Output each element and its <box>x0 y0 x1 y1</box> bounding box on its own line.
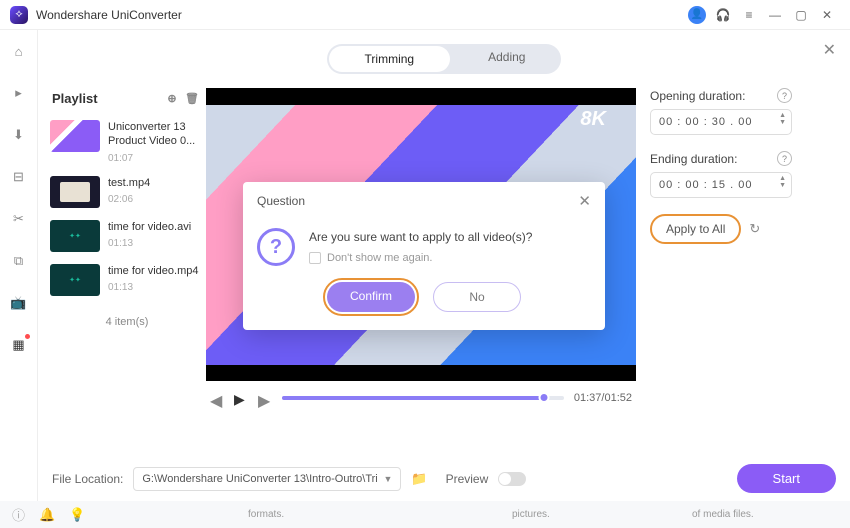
mode-tabs: Trimming Adding <box>327 44 562 74</box>
path-input[interactable]: G:\Wondershare UniConverter 13\Intro-Out… <box>133 467 401 491</box>
headset-icon[interactable]: 🎧 <box>710 2 736 28</box>
preview-toggle[interactable] <box>498 472 526 486</box>
info-icon[interactable]: ⓘ <box>12 505 25 524</box>
opening-input[interactable]: 00 : 00 : 30 . 00▲▼ <box>650 109 792 135</box>
dialog-title: Question <box>257 194 305 208</box>
item-name: Uniconverter 13 Product Video 0... <box>108 120 204 149</box>
dialog-close-icon[interactable]: ✕ <box>578 192 591 210</box>
sidebar: ⌂ ▸ ⬇ ⊟ ✂ ⧉ 📺 ▦ <box>0 30 38 508</box>
tab-adding[interactable]: Adding <box>452 44 561 74</box>
folder-icon[interactable]: 📁 <box>411 471 427 487</box>
resolution-badge: 8K <box>580 108 606 131</box>
minimize-icon[interactable]: — <box>762 2 788 28</box>
list-item[interactable]: Uniconverter 13 Product Video 0... 01:07 <box>48 114 206 170</box>
close-window-icon[interactable]: ✕ <box>814 2 840 28</box>
chevron-down-icon[interactable]: ▼ <box>383 474 392 484</box>
footer-bar: File Location: G:\Wondershare UniConvert… <box>38 456 850 501</box>
menu-icon[interactable]: ≡ <box>736 2 762 28</box>
confirm-dialog: Question ✕ ? Are you sure want to apply t… <box>243 182 605 330</box>
settings-panel: Opening duration:? 00 : 00 : 30 . 00▲▼ E… <box>636 88 806 415</box>
maximize-icon[interactable]: ▢ <box>788 2 814 28</box>
list-item[interactable]: test.mp4 02:06 <box>48 170 206 214</box>
item-name: time for video.avi <box>108 220 204 234</box>
refresh-icon[interactable]: ↻ <box>749 221 760 237</box>
status-text: formats. <box>248 509 284 520</box>
item-name: test.mp4 <box>108 176 204 190</box>
user-icon[interactable]: 👤 <box>684 2 710 28</box>
prev-icon[interactable]: ◀ <box>210 391 224 405</box>
apply-to-all-button[interactable]: Apply to All <box>650 214 741 244</box>
next-icon[interactable]: ▶ <box>258 391 272 405</box>
list-item[interactable]: ✦✦ time for video.avi 01:13 <box>48 214 206 258</box>
ending-input[interactable]: 00 : 00 : 15 . 00▲▼ <box>650 172 792 198</box>
question-icon: ? <box>257 228 295 266</box>
item-duration: 01:13 <box>108 238 204 249</box>
preview-label: Preview <box>446 472 489 486</box>
toolbox-icon[interactable]: ▦ <box>8 334 30 356</box>
item-duration: 01:07 <box>108 153 204 164</box>
no-button[interactable]: No <box>433 282 521 312</box>
compress-icon[interactable]: ⊟ <box>8 166 30 188</box>
playlist-title: Playlist <box>52 91 98 106</box>
bell-icon[interactable]: 🔔 <box>39 507 55 523</box>
ending-label: Ending duration: <box>650 152 737 166</box>
time-display: 01:37/01:52 <box>574 392 632 404</box>
confirm-button[interactable]: Confirm <box>327 282 415 312</box>
tab-trimming[interactable]: Trimming <box>329 46 451 72</box>
dont-show-checkbox[interactable] <box>309 252 321 264</box>
item-name: time for video.mp4 <box>108 264 204 278</box>
video-icon[interactable]: ▸ <box>8 82 30 104</box>
dont-show-label: Don't show me again. <box>327 252 432 264</box>
thumbnail: ✦✦ <box>50 220 100 252</box>
cut-icon[interactable]: ✂ <box>8 208 30 230</box>
thumbnail <box>50 120 100 152</box>
item-count: 4 item(s) <box>48 308 206 336</box>
download-icon[interactable]: ⬇ <box>8 124 30 146</box>
play-icon[interactable]: ▶ <box>234 391 248 405</box>
titlebar: ⟡ Wondershare UniConverter 👤 🎧 ≡ — ▢ ✕ <box>0 0 850 30</box>
delete-icon[interactable]: 🗑 <box>182 88 202 108</box>
status-text: pictures. <box>512 509 550 520</box>
dialog-message: Are you sure want to apply to all video(… <box>309 230 532 244</box>
app-logo: ⟡ <box>10 6 28 24</box>
thumbnail: ✦✦ <box>50 264 100 296</box>
merge-icon[interactable]: ⧉ <box>8 250 30 272</box>
item-duration: 02:06 <box>108 194 204 205</box>
playlist-panel: Playlist ⊕ 🗑 Uniconverter 13 Product Vid… <box>48 88 206 415</box>
screen-icon[interactable]: 📺 <box>8 292 30 314</box>
opening-label: Opening duration: <box>650 89 745 103</box>
spinner-icon[interactable]: ▲▼ <box>779 112 787 126</box>
progress-bar[interactable] <box>282 396 564 400</box>
app-title: Wondershare UniConverter <box>36 8 182 22</box>
home-icon[interactable]: ⌂ <box>8 40 30 62</box>
status-bar: ⓘ 🔔 💡 formats. pictures. of media files. <box>0 501 850 528</box>
start-button[interactable]: Start <box>737 464 836 493</box>
help-icon[interactable]: ? <box>777 151 792 166</box>
spinner-icon[interactable]: ▲▼ <box>779 175 787 189</box>
tips-icon[interactable]: 💡 <box>69 507 85 523</box>
thumbnail <box>50 176 100 208</box>
list-item[interactable]: ✦✦ time for video.mp4 01:13 <box>48 258 206 302</box>
help-icon[interactable]: ? <box>777 88 792 103</box>
add-icon[interactable]: ⊕ <box>162 88 182 108</box>
close-panel-icon[interactable]: ✕ <box>823 40 836 60</box>
status-text: of media files. <box>692 509 754 520</box>
item-duration: 01:13 <box>108 282 204 293</box>
location-label: File Location: <box>52 472 123 486</box>
